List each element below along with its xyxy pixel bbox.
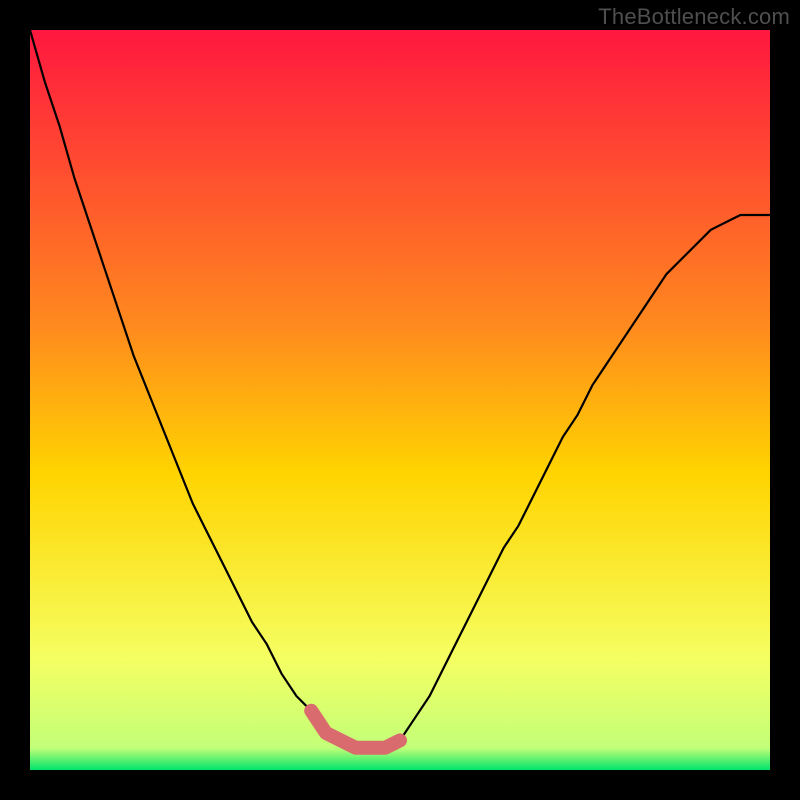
plot-area [30, 30, 770, 770]
chart-frame: TheBottleneck.com [0, 0, 800, 800]
gradient-rect [30, 30, 770, 770]
watermark-text: TheBottleneck.com [598, 4, 790, 30]
chart-svg [30, 30, 770, 770]
